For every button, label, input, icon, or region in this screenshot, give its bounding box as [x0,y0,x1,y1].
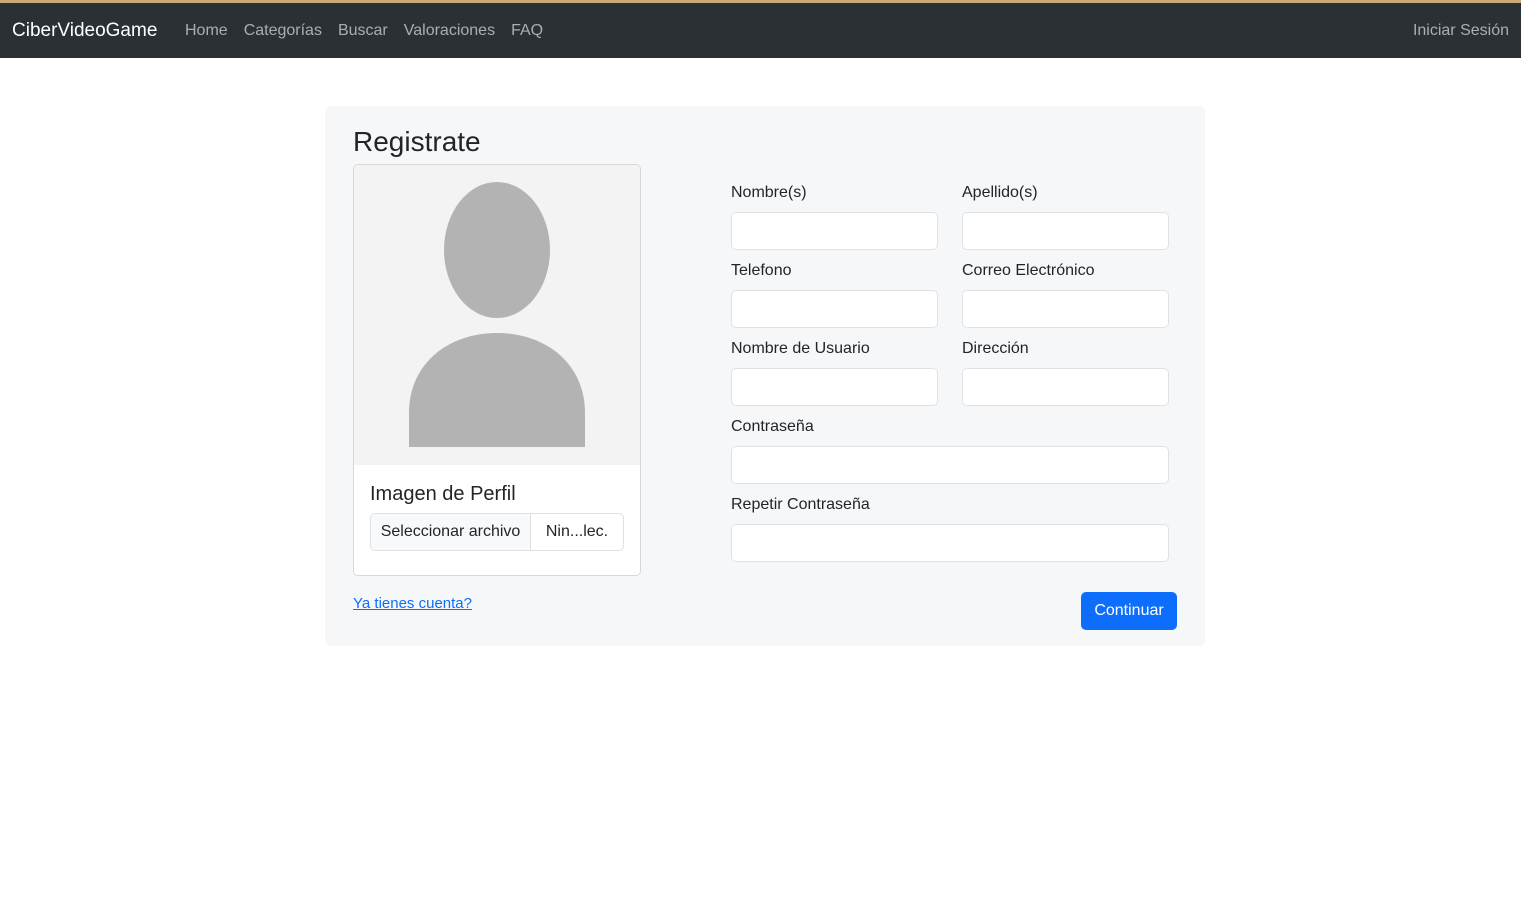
correo-label: Correo Electrónico [962,262,1095,279]
login-link[interactable]: Iniciar Sesión [1413,22,1509,40]
repetir-contrasena-label: Repetir Contraseña [731,496,870,513]
profile-file-input[interactable]: Seleccionar archivo Nin...lec. [370,513,624,551]
file-status-text: Nin...lec. [545,523,609,540]
contrasena-input[interactable] [731,446,1169,484]
nav-link-categorias[interactable]: Categorías [244,22,322,40]
nav-link-buscar[interactable]: Buscar [338,22,388,40]
nav-link-home[interactable]: Home [185,22,228,40]
contrasena-label: Contraseña [731,418,814,435]
apellido-input[interactable] [962,212,1169,250]
repetir-contrasena-input[interactable] [731,524,1169,562]
page-title: Registrate [353,126,481,157]
nav-link-valoraciones[interactable]: Valoraciones [404,22,495,40]
continue-button[interactable]: Continuar [1081,592,1177,630]
direccion-label: Dirección [962,340,1029,357]
nombre-input[interactable] [731,212,938,250]
direccion-input[interactable] [962,368,1169,406]
person-silhouette-icon [354,165,640,465]
nav-links: Home Categorías Buscar Valoraciones FAQ [185,22,559,40]
have-account-link[interactable]: Ya tienes cuenta? [353,595,472,612]
correo-input[interactable] [962,290,1169,328]
select-file-button[interactable]: Seleccionar archivo [371,514,531,550]
usuario-input[interactable] [731,368,938,406]
telefono-label: Telefono [731,262,792,279]
usuario-label: Nombre de Usuario [731,340,870,357]
register-panel: Registrate Imagen de Perfil Seleccionar … [325,106,1205,646]
brand-link[interactable]: CiberVideoGame [12,20,157,42]
nombre-label: Nombre(s) [731,184,807,201]
apellido-label: Apellido(s) [962,184,1038,201]
profile-image-card: Imagen de Perfil Seleccionar archivo Nin… [353,164,641,576]
navbar: CiberVideoGame Home Categorías Buscar Va… [0,3,1521,58]
nav-link-faq[interactable]: FAQ [511,22,543,40]
telefono-input[interactable] [731,290,938,328]
profile-image-title: Imagen de Perfil [370,483,516,505]
